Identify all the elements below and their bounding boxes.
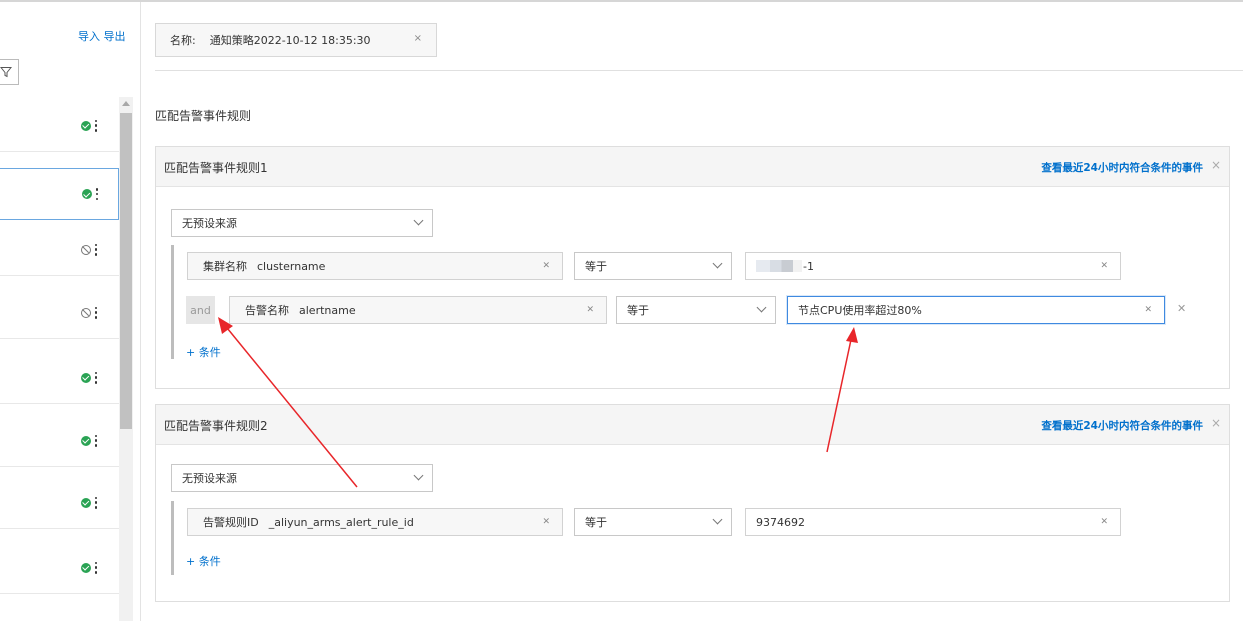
match-rule-2: 匹配告警事件规则2 查看最近24小时内符合条件的事件 × 无预设来源 告警规则I… (155, 404, 1230, 602)
enabled-status-icon (81, 435, 91, 446)
policy-list-panel: 导入 导出 (0, 2, 141, 621)
clear-icon[interactable]: ✕ (586, 305, 594, 315)
chevron-down-icon (413, 470, 424, 481)
field-label: 告警名称 (245, 304, 289, 317)
source-select[interactable]: 无预设来源 (171, 209, 433, 237)
more-options-icon[interactable] (95, 188, 99, 200)
condition-field-select[interactable]: 告警规则ID _aliyun_arms_alert_rule_id ✕ (187, 508, 563, 536)
more-options-icon[interactable] (94, 243, 98, 256)
rule-header: 匹配告警事件规则1 查看最近24小时内符合条件的事件 × (156, 147, 1229, 187)
source-select-value: 无预设来源 (182, 217, 237, 230)
more-options-icon[interactable] (94, 496, 98, 509)
clear-icon[interactable]: ✕ (1144, 305, 1152, 315)
rule-header: 匹配告警事件规则2 查看最近24小时内符合条件的事件 × (156, 405, 1229, 445)
condition-group-bar (171, 245, 174, 359)
section-title: 匹配告警事件规则 (155, 109, 252, 123)
scroll-up-arrow-icon[interactable] (122, 101, 130, 106)
list-scrollbar[interactable] (119, 97, 133, 621)
clear-icon[interactable]: ✕ (1100, 517, 1108, 527)
clear-icon[interactable]: ✕ (542, 261, 550, 271)
redacted-text (756, 260, 802, 272)
condition-value-input[interactable]: 节点CPU使用率超过80% ✕ (787, 296, 1165, 324)
condition-group-bar (171, 501, 174, 575)
more-options-icon[interactable] (94, 434, 98, 447)
chevron-down-icon (712, 514, 723, 525)
close-icon[interactable]: × (1211, 416, 1221, 430)
field-key: clustername (257, 259, 326, 273)
enabled-status-icon (81, 562, 91, 573)
scrollbar-thumb[interactable] (120, 113, 132, 429)
field-label: 集群名称 (203, 260, 247, 273)
policy-list-item[interactable] (0, 415, 119, 467)
policy-list-item[interactable] (0, 477, 119, 529)
condition-value: 节点CPU使用率超过80% (798, 304, 922, 317)
close-icon[interactable]: × (1211, 158, 1221, 172)
policy-list-item[interactable] (0, 224, 119, 276)
and-connector[interactable]: and (186, 296, 215, 324)
source-select-value: 无预设来源 (182, 472, 237, 485)
condition-field-select[interactable]: 告警名称 alertname ✕ (229, 296, 607, 324)
view-recent-events-link[interactable]: 查看最近24小时内符合条件的事件 (1041, 418, 1203, 433)
policy-list-item[interactable] (0, 352, 119, 404)
more-options-icon[interactable] (94, 561, 98, 574)
chevron-down-icon (712, 258, 723, 269)
disabled-status-icon (81, 307, 91, 318)
field-label: 告警规则ID (203, 516, 259, 529)
policy-editor: 名称: 通知策略2022-10-12 18:35:30 × 匹配告警事件规则 匹… (142, 2, 1243, 621)
condition-value-input[interactable]: -1 ✕ (745, 252, 1121, 280)
close-icon[interactable]: × (414, 33, 422, 44)
filter-icon (0, 67, 12, 78)
operator-select[interactable]: 等于 (574, 252, 732, 280)
condition-field-select[interactable]: 集群名称 clustername ✕ (187, 252, 563, 280)
operator-value: 等于 (627, 304, 649, 317)
condition-value: 9374692 (756, 515, 805, 529)
policy-list-item-selected[interactable] (0, 168, 119, 220)
add-condition-button[interactable]: + 条件 (186, 344, 221, 360)
add-condition-button[interactable]: + 条件 (186, 553, 221, 569)
operator-value: 等于 (585, 260, 607, 273)
enabled-status-icon (82, 189, 92, 199)
chevron-down-icon (413, 215, 424, 226)
source-select[interactable]: 无预设来源 (171, 464, 433, 492)
more-options-icon[interactable] (94, 371, 98, 384)
policy-name-label: 名称: (170, 34, 196, 47)
policy-list-item[interactable] (0, 100, 119, 152)
rule-title: 匹配告警事件规则1 (164, 161, 268, 175)
clear-icon[interactable]: ✕ (542, 517, 550, 527)
policy-list-item[interactable] (0, 542, 119, 594)
import-link[interactable]: 导入 (78, 30, 100, 43)
export-link[interactable]: 导出 (104, 30, 126, 43)
clear-icon[interactable]: ✕ (1100, 261, 1108, 271)
policy-name-tag: 名称: 通知策略2022-10-12 18:35:30 × (155, 23, 437, 57)
match-rule-1: 匹配告警事件规则1 查看最近24小时内符合条件的事件 × 无预设来源 集群名称 … (155, 146, 1230, 389)
field-key: alertname (299, 303, 356, 317)
condition-value-input[interactable]: 9374692 ✕ (745, 508, 1121, 536)
filter-button[interactable] (0, 59, 19, 85)
enabled-status-icon (81, 497, 91, 508)
condition-value-suffix: -1 (803, 259, 814, 273)
policy-list-item[interactable] (0, 287, 119, 339)
disabled-status-icon (81, 244, 91, 255)
rule-title: 匹配告警事件规则2 (164, 419, 268, 433)
policy-name-value: 通知策略2022-10-12 18:35:30 (209, 34, 371, 47)
operator-select[interactable]: 等于 (616, 296, 776, 324)
enabled-status-icon (81, 120, 91, 131)
chevron-down-icon (756, 302, 767, 313)
more-options-icon[interactable] (94, 306, 98, 319)
divider (155, 70, 1243, 71)
view-recent-events-link[interactable]: 查看最近24小时内符合条件的事件 (1041, 160, 1203, 175)
field-key: _aliyun_arms_alert_rule_id (268, 515, 414, 529)
operator-value: 等于 (585, 516, 607, 529)
import-export-links: 导入 导出 (78, 28, 126, 44)
more-options-icon[interactable] (94, 119, 98, 132)
enabled-status-icon (81, 372, 91, 383)
remove-condition-icon[interactable]: ✕ (1177, 302, 1186, 315)
operator-select[interactable]: 等于 (574, 508, 732, 536)
